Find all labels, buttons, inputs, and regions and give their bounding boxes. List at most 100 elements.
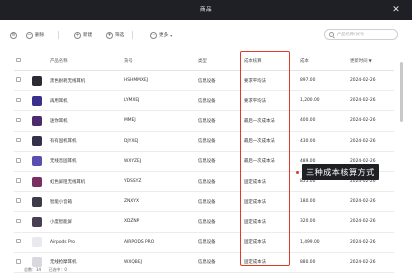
cell-type: 信息设备: [196, 131, 242, 152]
table-header-row: 产品名称 货号 类型 成本核算 成本 更新时间▼: [14, 52, 394, 71]
cell-sku: YDSSYZ: [122, 171, 196, 193]
row-checkbox[interactable]: [16, 137, 21, 143]
cell-type: 信息设备: [196, 90, 242, 112]
filter-button[interactable]: ▾ 筛选: [106, 29, 124, 41]
cell-cost: 320.00: [298, 211, 348, 233]
product-thumbnail: [32, 136, 42, 147]
cell-sku: XDZNP: [122, 211, 196, 233]
toolbar-divider: [58, 31, 59, 39]
cell-sku: MMEJ: [122, 110, 196, 132]
window-title: 商品: [199, 7, 212, 13]
product-thumbnail: [32, 257, 42, 268]
more-button[interactable]: ⋯ 更多 ▾: [150, 29, 172, 41]
cell-type: 信息设备: [196, 70, 242, 92]
cell-type: 信息设备: [196, 151, 242, 172]
cell-type: 信息设备: [196, 110, 242, 132]
product-thumbnail: [32, 176, 42, 187]
product-table: 产品名称 货号 类型 成本核算 成本 更新时间▼ 黑色耐耗无线耳机 HSHMMXE…: [14, 52, 394, 273]
row-checkbox[interactable]: [16, 117, 21, 123]
cell-name: 再用耳机: [48, 90, 122, 112]
product-thumbnail: [32, 75, 42, 86]
cell-cost: 400.00: [298, 110, 348, 132]
row-checkbox[interactable]: [16, 218, 21, 224]
cell-name: Airpods Pro: [48, 232, 122, 253]
cell-updated: 2024-02-26: [348, 232, 394, 253]
search-icon: [329, 32, 334, 37]
toolbar-divider: [132, 31, 133, 39]
cell-cost: 897.00: [298, 70, 348, 92]
cell-name: 无线音固耳机: [48, 151, 122, 172]
delete-icon: −: [26, 31, 33, 39]
table-footer: 总数：34 已选中：0: [24, 267, 67, 273]
cell-updated: 2024-02-26: [348, 90, 394, 112]
table-row[interactable]: 智能小音箱 ZNXYX 信息设备 固定成本法 180.00 2024-02-26: [14, 191, 394, 213]
cell-updated: 2024-02-26: [348, 211, 394, 233]
cell-name: 小度智能屏: [48, 211, 122, 233]
filter-icon: ▾: [106, 31, 113, 39]
header-name[interactable]: 产品名称: [48, 52, 122, 71]
menu-icon: ≡: [10, 31, 17, 39]
header-cost[interactable]: 成本: [298, 52, 348, 71]
table-row[interactable]: 迷你耳机 MMEJ 信息设备 最后一次成本法 400.00 2024-02-26: [14, 110, 394, 132]
cell-updated: 2024-02-26: [348, 252, 394, 273]
table-row[interactable]: 再用耳机 LYMXEJ 信息设备 要求平均法 1,200.00 2024-02-26: [14, 90, 394, 112]
row-checkbox[interactable]: [16, 238, 21, 244]
row-checkbox[interactable]: [16, 198, 21, 203]
table-row[interactable]: 小度智能屏 XDZNP 信息设备 固定成本法 320.00 2024-02-26: [14, 211, 394, 233]
window-titlebar: 商品 ✕: [0, 0, 412, 20]
close-icon[interactable]: ✕: [390, 4, 402, 16]
cell-sku: LYMXEJ: [122, 90, 196, 112]
header-sku[interactable]: 货号: [122, 52, 196, 71]
row-checkbox[interactable]: [16, 178, 21, 183]
new-label: 新建: [83, 33, 93, 38]
sort-desc-icon: ▼: [368, 58, 372, 63]
total-count: 总数：34: [24, 267, 42, 272]
new-button[interactable]: + 新建: [74, 29, 92, 41]
callout-label: 三种成本核算方式: [302, 164, 379, 180]
menu-button[interactable]: ≡: [10, 29, 19, 41]
delete-label: 删除: [35, 33, 45, 38]
cell-cost: 180.00: [298, 191, 348, 213]
cell-name: 黑色耐耗无线耳机: [48, 70, 122, 92]
chevron-down-icon: ▾: [170, 32, 173, 38]
cell-cost: 1,200.00: [298, 90, 348, 112]
callout-dot: [296, 170, 299, 174]
row-checkbox[interactable]: [16, 158, 21, 163]
search-input[interactable]: [337, 32, 395, 37]
table-row[interactable]: 无线抢摩耳机 WXQBEJ 信息设备 固定成本法 880.00 2024-02-26: [14, 252, 394, 273]
cell-cost: 880.00: [298, 252, 348, 273]
cell-sku: WXQBEJ: [122, 252, 196, 273]
table-row[interactable]: Airpods Pro AIRPODS PRO 信息设备 固定成本法 1,499.00 2…: [14, 232, 394, 253]
cell-cost: 1,499.00: [298, 232, 348, 253]
delete-button[interactable]: − 删除: [26, 29, 44, 41]
cell-updated: 2024-02-26: [348, 131, 394, 152]
header-updated[interactable]: 更新时间▼: [348, 52, 394, 71]
product-thumbnail: [32, 156, 42, 167]
cell-name: 迷你耳机: [48, 110, 122, 132]
more-icon: ⋯: [150, 31, 157, 39]
filter-label: 筛选: [115, 33, 125, 38]
select-all-checkbox[interactable]: [16, 57, 21, 63]
cell-updated: 2024-02-26: [348, 70, 394, 92]
cell-sku: AIRPODS PRO: [122, 232, 196, 253]
row-checkbox[interactable]: [16, 259, 21, 264]
cost-method-highlight: [240, 51, 290, 266]
table-row[interactable]: 有有固机耳机 DJYXEJ 信息设备 最后一次成本法 430.00 2024-02-26: [14, 131, 394, 152]
cell-name: 智能小音箱: [48, 191, 122, 213]
selected-count: 已选中：0: [48, 267, 67, 272]
cell-sku: ZNXYX: [122, 191, 196, 213]
cell-type: 信息设备: [196, 252, 242, 273]
search-box[interactable]: [324, 29, 398, 40]
product-thumbnail: [32, 216, 42, 227]
callout: 三种成本核算方式: [296, 164, 379, 180]
cell-updated: 2024-02-26: [348, 110, 394, 132]
header-type[interactable]: 类型: [196, 52, 242, 71]
cell-updated: 2024-02-26: [348, 191, 394, 213]
row-checkbox[interactable]: [16, 97, 21, 103]
table-row[interactable]: 黑色耐耗无线耳机 HSHMMXEJ 信息设备 要求平均法 897.00 2024-02-2…: [14, 70, 394, 92]
product-thumbnail: [32, 95, 42, 106]
vertical-scrollbar[interactable]: [400, 62, 403, 122]
row-checkbox[interactable]: [16, 77, 21, 82]
cell-sku: WXYZEJ: [122, 151, 196, 172]
cell-type: 信息设备: [196, 211, 242, 233]
